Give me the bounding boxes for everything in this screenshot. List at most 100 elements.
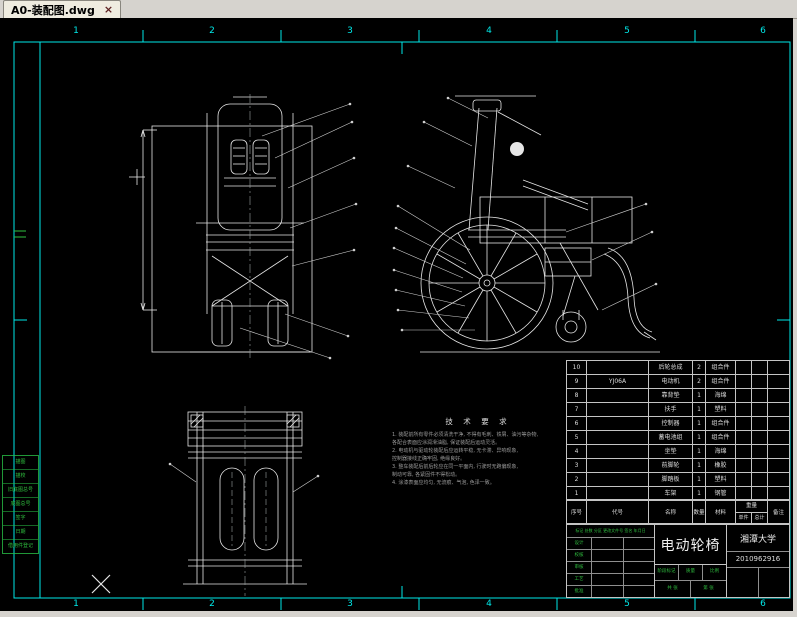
technical-requirements: 技 术 要 求 1. 装配前所有零件必须清洗干净, 不得有毛刺、铁屑、油污等杂物… bbox=[392, 416, 564, 487]
bom-code bbox=[587, 473, 649, 486]
organization-name: 湘潭大学 bbox=[727, 525, 789, 552]
bom-material: 组合件 bbox=[706, 361, 736, 374]
bom-row: 2 脚踏板 1 塑料 bbox=[567, 473, 789, 487]
bom-index: 6 bbox=[567, 417, 587, 430]
bom-header-code: 代号 bbox=[587, 501, 649, 523]
technical-requirements-line: 2. 电动机与驱动轮装配后应运转平稳, 无卡滞、异响现象, bbox=[392, 448, 519, 454]
bom-qty: 1 bbox=[693, 389, 706, 402]
technical-requirements-line: 3. 整车装配后前后轮应在同一平面内, 行驶时无跑偏现象, bbox=[392, 464, 519, 470]
bom-header-total-weight: 总计 bbox=[754, 515, 765, 521]
bom-index: 10 bbox=[567, 361, 587, 374]
bom-material: 组合件 bbox=[706, 417, 736, 430]
signature-label: 批准 bbox=[567, 586, 592, 597]
zone-number-top: 3 bbox=[347, 26, 353, 36]
sheet-total: 共 张 bbox=[655, 581, 691, 597]
zone-number-top: 6 bbox=[760, 26, 766, 36]
bom-index: 3 bbox=[567, 459, 587, 472]
technical-requirements-line: 控制器接线正确牢固, 绝缘良好。 bbox=[392, 456, 466, 462]
bom-name: 脚踏板 bbox=[649, 473, 693, 486]
bom-index: 7 bbox=[567, 403, 587, 416]
left-margin-row: 描校 bbox=[3, 470, 38, 484]
tab-bar: A0-装配图.dwg × bbox=[0, 0, 797, 19]
signature-row: 批准 bbox=[567, 586, 654, 597]
bom-name: 前脚轮 bbox=[649, 459, 693, 472]
tab-label: A0-装配图.dwg bbox=[11, 3, 95, 17]
left-margin-row: 底图总号 bbox=[3, 498, 38, 512]
zone-number-bottom: 5 bbox=[624, 599, 630, 609]
zone-number-bottom: 6 bbox=[760, 599, 766, 609]
technical-requirements-line: 1. 装配前所有零件必须清洗干净, 不得有毛刺、铁屑、油污等杂物, bbox=[392, 432, 539, 438]
bom-header-name: 名称 bbox=[649, 501, 693, 523]
bom-remark bbox=[768, 389, 789, 402]
bom-index: 4 bbox=[567, 445, 587, 458]
bom-row: 10 后轮总成 2 组合件 bbox=[567, 361, 789, 375]
sheet-info-row: 共 张 第 张 bbox=[655, 581, 726, 597]
bom-index: 1 bbox=[567, 487, 587, 501]
bom-code bbox=[587, 445, 649, 458]
left-margin-row: 旧底图总号 bbox=[3, 484, 38, 498]
bom-remark bbox=[768, 403, 789, 416]
bom-name: 靠背垫 bbox=[649, 389, 693, 402]
bom-row: 7 扶手 1 塑料 bbox=[567, 403, 789, 417]
bom-remark bbox=[768, 361, 789, 374]
bom-remark bbox=[768, 459, 789, 472]
bom-material: 组合件 bbox=[706, 431, 736, 444]
wheelchair-side-view bbox=[420, 95, 660, 353]
bom-name: 蓄电池组 bbox=[649, 431, 693, 444]
bom-row: 9 YJ06A 电动机 2 组合件 bbox=[567, 375, 789, 389]
bom-header-material: 材料 bbox=[706, 501, 736, 523]
bom-remark bbox=[768, 445, 789, 458]
left-margin-row: 描图 bbox=[3, 456, 38, 470]
scale-label: 比例 bbox=[710, 569, 719, 575]
zone-number-top: 4 bbox=[486, 26, 492, 36]
bom-index: 2 bbox=[567, 473, 587, 486]
bom-code bbox=[587, 459, 649, 472]
bom-remark bbox=[768, 375, 789, 388]
zone-number-top: 5 bbox=[624, 26, 630, 36]
revision-header: 标记 处数 分区 更改文件号 签名 年月日 bbox=[567, 525, 654, 538]
bom-remark bbox=[768, 487, 789, 501]
wheelchair-bottom-view bbox=[183, 406, 307, 596]
signature-label: 审核 bbox=[567, 562, 592, 573]
bom-material: 钢管 bbox=[706, 487, 736, 501]
signature-label: 设计 bbox=[567, 538, 592, 549]
bom-material: 塑料 bbox=[706, 473, 736, 486]
cad-canvas[interactable]: 1 2 3 4 5 6 1 2 3 4 5 6 技 术 要 求 1. 装配前所有… bbox=[0, 18, 793, 611]
signature-row: 审核 bbox=[567, 562, 654, 574]
bom-index: 8 bbox=[567, 389, 587, 402]
bom-name: 坐垫 bbox=[649, 445, 693, 458]
mass-label: 质量 bbox=[679, 565, 703, 580]
stage-label: 阶段标记 bbox=[655, 565, 679, 580]
bom-material: 塑料 bbox=[706, 403, 736, 416]
title-block: 标记 处数 分区 更改文件号 签名 年月日 设计 校核 审核 工艺 批准 电动轮… bbox=[566, 524, 790, 598]
bom-qty: 2 bbox=[693, 361, 706, 374]
green-margin-marks bbox=[14, 230, 26, 238]
bom-index: 9 bbox=[567, 375, 587, 388]
bom-code bbox=[587, 487, 649, 501]
bom-row: 4 坐垫 1 海绵 bbox=[567, 445, 789, 459]
zone-number-bottom: 3 bbox=[347, 599, 353, 609]
bom-row: 8 靠背垫 1 海绵 bbox=[567, 389, 789, 403]
bom-index: 5 bbox=[567, 431, 587, 444]
bom-header: 序号 代号 名称 数量 材料 重量 单件 总计 备注 bbox=[566, 500, 790, 524]
bom-header-index: 序号 bbox=[567, 501, 587, 523]
signature-row: 设计 bbox=[567, 538, 654, 550]
left-margin-table: 描图 描校 旧底图总号 底图总号 签字 日期 借用件登记 bbox=[2, 455, 39, 554]
title-block-right: 湘潭大学 2010962916 bbox=[727, 525, 789, 597]
left-margin-row: 借用件登记 bbox=[7, 543, 33, 549]
bom-code bbox=[587, 361, 649, 374]
tab-a0-assembly-drawing[interactable]: A0-装配图.dwg × bbox=[3, 0, 122, 18]
bom-name: 控制器 bbox=[649, 417, 693, 430]
bom-qty: 1 bbox=[693, 403, 706, 416]
bom-code: YJ06A bbox=[587, 375, 649, 388]
zone-number-bottom: 4 bbox=[486, 599, 492, 609]
tab-close-icon[interactable]: × bbox=[104, 4, 113, 15]
signature-label: 工艺 bbox=[567, 574, 592, 585]
left-margin-row: 日期 bbox=[3, 526, 38, 540]
bom-row: 3 前脚轮 1 橡胶 bbox=[567, 459, 789, 473]
bom-code bbox=[587, 431, 649, 444]
zone-number-top: 2 bbox=[209, 26, 215, 36]
bom-qty: 1 bbox=[693, 473, 706, 486]
bom-qty: 1 bbox=[693, 431, 706, 444]
bom-row: 1 车架 1 钢管 bbox=[567, 487, 789, 501]
